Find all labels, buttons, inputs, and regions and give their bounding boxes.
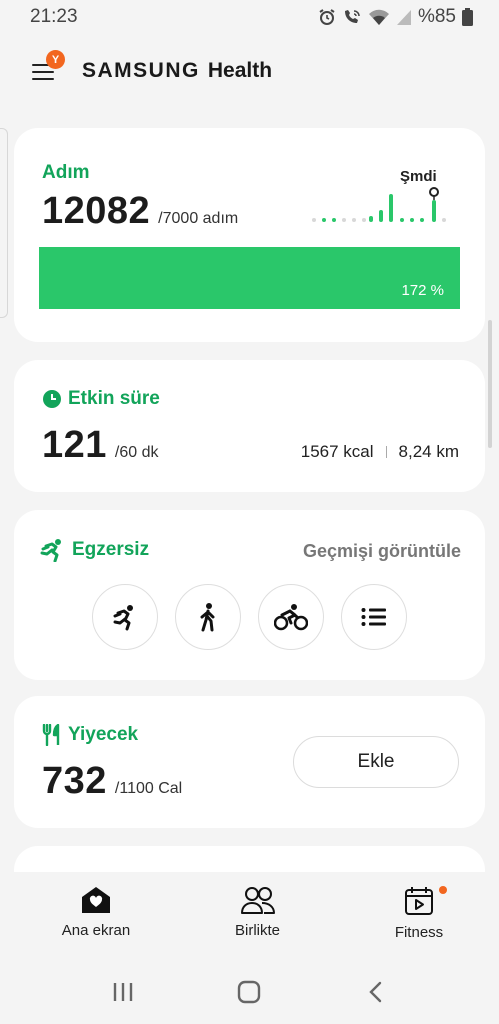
app-bar: Y SAMSUNG Health xyxy=(0,44,499,100)
brand-samsung: SAMSUNG xyxy=(82,59,200,82)
exercise-buttons xyxy=(92,584,407,650)
steps-hourly-chart xyxy=(312,187,446,222)
food-card[interactable]: Yiyecek 732 /1100 Cal Ekle xyxy=(14,696,485,828)
steps-count: 12082 xyxy=(42,190,151,232)
alarm-icon xyxy=(319,9,335,25)
hourly-bars xyxy=(312,194,446,222)
nav-home[interactable]: Ana ekran xyxy=(46,872,146,960)
walking-icon xyxy=(200,603,215,632)
steps-progress-fill xyxy=(39,247,460,309)
steps-card[interactable]: Adım 12082 /7000 adım Şmdi 172 % xyxy=(14,128,485,342)
status-time: 21:23 xyxy=(30,6,78,27)
battery-icon xyxy=(462,8,473,26)
steps-progress-label: 172 % xyxy=(401,282,444,299)
active-time-title: Etkin süre xyxy=(68,388,160,409)
nav-together-label: Birlikte xyxy=(234,922,280,939)
brand-health: Health xyxy=(207,59,273,82)
signal-icon xyxy=(396,10,411,25)
wifi-icon xyxy=(368,9,389,25)
exercise-list-button[interactable] xyxy=(341,584,407,650)
steps-goal: /7000 adım xyxy=(158,210,239,227)
food-calories: 732 xyxy=(42,760,107,802)
app-logo: SAMSUNG Health xyxy=(82,59,272,83)
exercise-title-row: Egzersiz xyxy=(40,538,149,562)
back-icon xyxy=(369,981,382,1003)
exercise-icon xyxy=(40,539,61,562)
scrollbar[interactable] xyxy=(488,320,492,448)
home-circle-icon xyxy=(238,980,261,1004)
active-minutes: 121 xyxy=(42,424,107,466)
calories-value: 1567 kcal xyxy=(300,442,374,461)
system-navigation-bar xyxy=(0,960,499,1024)
divider xyxy=(385,446,387,458)
active-goal: /60 dk xyxy=(114,444,159,461)
nav-fitness[interactable]: Fitness xyxy=(369,872,469,960)
people-icon xyxy=(240,887,275,914)
home-heart-icon xyxy=(82,887,110,913)
active-time-value-row: 121 /60 dk xyxy=(42,424,159,467)
wifi-call-icon xyxy=(344,10,360,23)
menu-button[interactable]: Y xyxy=(32,50,65,84)
active-time-title-row: Etkin süre xyxy=(42,388,160,410)
cutlery-icon xyxy=(42,724,60,746)
now-label: Şmdi xyxy=(400,168,437,185)
menu-icon-line xyxy=(32,71,54,73)
home-button[interactable] xyxy=(229,972,269,1012)
steps-title: Adım xyxy=(42,162,90,183)
nav-together[interactable]: Birlikte xyxy=(208,872,308,960)
nav-home-label: Ana ekran xyxy=(61,922,131,939)
active-stats: 1567 kcal 8,24 km xyxy=(301,442,459,462)
bottom-navigation: Ana ekran Birlikte Fitness xyxy=(0,872,499,960)
add-food-button[interactable]: Ekle xyxy=(293,736,459,788)
nav-fitness-label: Fitness xyxy=(394,924,444,941)
status-icons: %85 xyxy=(318,6,473,28)
exercise-title: Egzersiz xyxy=(72,539,150,560)
distance-value: 8,24 km xyxy=(398,442,459,461)
menu-icon-line xyxy=(32,78,54,80)
now-marker-icon xyxy=(429,187,439,200)
notification-dot xyxy=(439,886,447,894)
food-title: Yiyecek xyxy=(68,724,139,745)
clock-icon xyxy=(43,390,61,408)
steps-progress-bar: 172 % xyxy=(39,247,460,309)
profile-badge: Y xyxy=(46,50,65,69)
food-goal: /1100 Cal xyxy=(114,780,183,797)
view-history-link[interactable]: Geçmişi görüntüle xyxy=(303,541,461,562)
list-icon xyxy=(361,608,386,626)
battery-text: %85 xyxy=(417,6,456,27)
walking-button[interactable] xyxy=(175,584,241,650)
status-bar: 21:23 %85 xyxy=(0,0,499,34)
recent-apps-icon xyxy=(113,983,133,1001)
running-icon xyxy=(113,605,133,631)
recent-apps-button[interactable] xyxy=(103,972,143,1012)
food-value-row: 732 /1100 Cal xyxy=(42,760,182,803)
food-title-row: Yiyecek xyxy=(42,724,138,746)
cycling-icon xyxy=(274,604,308,631)
back-button[interactable] xyxy=(356,972,396,1012)
fitness-video-icon xyxy=(405,887,433,915)
edge-panel-handle[interactable] xyxy=(0,128,8,318)
cycling-button[interactable] xyxy=(258,584,324,650)
steps-value-row: 12082 /7000 adım xyxy=(42,190,238,233)
running-button[interactable] xyxy=(92,584,158,650)
active-time-card[interactable]: Etkin süre 121 /60 dk 1567 kcal 8,24 km xyxy=(14,360,485,492)
exercise-card: Egzersiz Geçmişi görüntüle xyxy=(14,510,485,680)
